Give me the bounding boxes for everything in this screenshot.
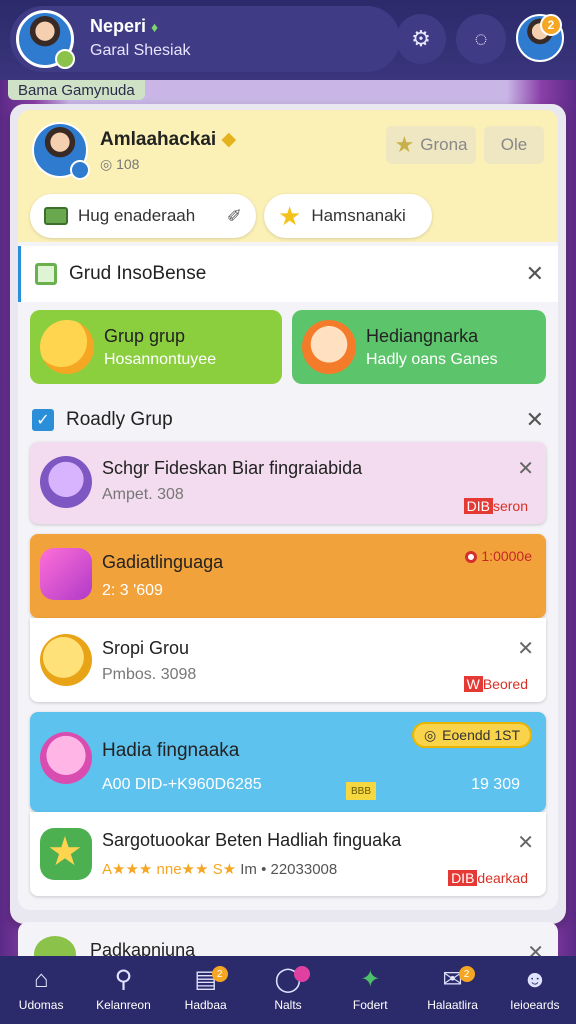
leaf-badge-icon bbox=[55, 49, 75, 69]
chat-button[interactable]: ◌ bbox=[456, 14, 506, 64]
settings-button[interactable]: ⚙ bbox=[396, 14, 446, 64]
notification-badge: 2 bbox=[211, 966, 228, 982]
nav-feed[interactable]: ✦ Fodert bbox=[329, 956, 411, 1024]
coin-icon: ◎ bbox=[423, 726, 437, 743]
nav-mail[interactable]: ✉ 2 Halaatlira bbox=[411, 956, 493, 1024]
nav-home[interactable]: ⌂ Udomas bbox=[0, 956, 82, 1024]
nav-profile[interactable]: ☻ Ieioeards bbox=[494, 956, 576, 1024]
bear-icon bbox=[40, 732, 92, 784]
profile-name: Amlaahackai ◆ bbox=[100, 129, 237, 150]
nav-chats[interactable]: ◯ Nalts bbox=[247, 956, 329, 1024]
status-badge: W Beored bbox=[463, 676, 528, 692]
group-tile[interactable]: Grup grup Hosannontuyee bbox=[30, 310, 282, 384]
group-strip-label: Bama Gamynuda bbox=[8, 80, 145, 100]
user-icon: ☻ bbox=[522, 966, 548, 993]
sprout-icon: ♦ bbox=[151, 19, 159, 35]
top-bar: Neperi ♦ Garal Shesiak ⚙ ◌ 2 bbox=[0, 0, 576, 80]
record-icon bbox=[465, 551, 478, 564]
status-badge: DIB dearkad bbox=[448, 870, 528, 886]
star-icon: ★ bbox=[394, 132, 415, 157]
tag-icon: ◆ bbox=[221, 129, 237, 150]
star-badge-icon bbox=[40, 828, 92, 880]
grona-button[interactable]: ★ Grona bbox=[386, 126, 476, 164]
coins-icon bbox=[40, 634, 92, 686]
profile-card: Amlaahackai ◆ ◎ 108 ★ Grona Ole Hug enade… bbox=[18, 110, 558, 242]
gear-icon: ⚙ bbox=[411, 26, 431, 51]
star-icon: ★ bbox=[278, 200, 302, 231]
chip-hug[interactable]: Hug enaderaah ✐ bbox=[30, 194, 256, 238]
list-item[interactable]: Sropi Grou Pmbos. 3098 ✕ W Beored bbox=[30, 618, 546, 702]
nav-inbox[interactable]: ▤ 2 Hadbaa bbox=[165, 956, 247, 1024]
list-item[interactable]: Hadia fingnaaka A00 DID-+K960D6285 ◎ Eoen… bbox=[30, 712, 546, 812]
close-icon[interactable]: ✕ bbox=[517, 636, 534, 661]
profile-stats: ◎ 108 bbox=[100, 156, 140, 172]
wand-icon bbox=[40, 548, 92, 600]
list-item[interactable]: Schgr Fideskan Biar fingraiabida Ampet. … bbox=[30, 442, 546, 524]
user-name: Neperi ♦ bbox=[90, 16, 159, 36]
search-icon: ⚲ bbox=[114, 966, 133, 993]
notification-badge: 2 bbox=[540, 14, 562, 36]
pin-icon: ✐ bbox=[226, 205, 242, 226]
section-header-roadly: ✓ Roadly Grup ✕ bbox=[18, 392, 558, 448]
grid-icon bbox=[35, 263, 57, 285]
close-icon[interactable]: ✕ bbox=[526, 407, 544, 433]
event-pill[interactable]: ◎ Eoendd 1ST bbox=[411, 722, 532, 748]
bottom-nav: ⌂ Udomas ⚲ Kelanreon ▤ 2 Hadbaa ◯ Nalts … bbox=[0, 956, 576, 1024]
money-icon bbox=[44, 207, 68, 225]
list-item[interactable]: Gadiatlinguaga 2: 3 '609 1:0000e bbox=[30, 534, 546, 618]
ticket-icon: BBB bbox=[346, 782, 376, 800]
content-panel: Amlaahackai ◆ ◎ 108 ★ Grona Ole Hug enade… bbox=[18, 110, 558, 910]
nav-search[interactable]: ⚲ Kelanreon bbox=[82, 956, 164, 1024]
badge-icon bbox=[70, 160, 90, 180]
home-icon: ⌂ bbox=[33, 966, 49, 993]
bear-icon bbox=[40, 320, 94, 374]
close-icon[interactable]: ✕ bbox=[517, 830, 534, 855]
close-icon[interactable]: ✕ bbox=[517, 456, 534, 481]
chat-icon: ◌ bbox=[474, 26, 488, 51]
chip-hamsnanaki[interactable]: ★ Hamsnanaki bbox=[264, 194, 432, 238]
monster-icon bbox=[40, 456, 92, 508]
leaf-icon: ✦ bbox=[360, 966, 381, 993]
check-icon: ✓ bbox=[32, 409, 54, 431]
status-badge: DIB seron bbox=[463, 498, 528, 514]
close-icon[interactable]: ✕ bbox=[526, 261, 544, 287]
rating-stars: A★★★ nne★★ S★ bbox=[102, 861, 237, 878]
ole-button[interactable]: Ole bbox=[484, 126, 544, 164]
user-subtitle: Garal Shesiak bbox=[90, 42, 191, 59]
group-tile[interactable]: Hediangnarka Hadly oans Ganes bbox=[292, 310, 546, 384]
notification-dot bbox=[293, 966, 310, 982]
notification-badge: 2 bbox=[458, 966, 475, 982]
character-icon bbox=[302, 320, 356, 374]
section-header-grud: Grud InsoBense ✕ bbox=[18, 246, 558, 302]
avatar[interactable] bbox=[16, 10, 75, 69]
profile-avatar[interactable] bbox=[32, 122, 90, 180]
member-count: 19 309 bbox=[471, 776, 520, 793]
list-item[interactable]: Sargotuookar Beten Hadliah finguaka A★★★… bbox=[30, 812, 546, 896]
status-badge: 1:0000e bbox=[465, 548, 532, 564]
